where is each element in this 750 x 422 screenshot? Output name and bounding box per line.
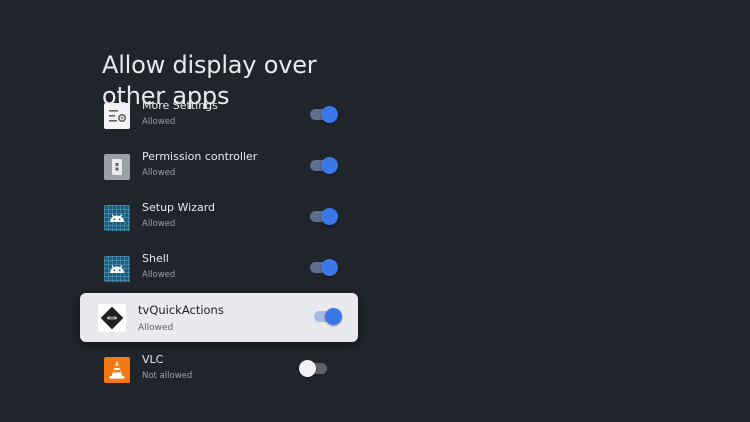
list-item-permission-controller[interactable]: Permission controller Allowed xyxy=(92,147,347,195)
toggle-knob xyxy=(325,308,342,325)
list-item-tvquickactions[interactable]: tvQuickActions Allowed xyxy=(80,293,358,342)
app-name: VLC xyxy=(142,353,164,366)
allow-toggle[interactable] xyxy=(310,157,338,174)
toggle-knob xyxy=(321,157,338,174)
app-status: Allowed xyxy=(138,323,174,333)
app-status: Not allowed xyxy=(142,371,193,381)
app-status: Allowed xyxy=(142,219,176,229)
allow-toggle[interactable] xyxy=(310,259,338,276)
permission-controller-icon xyxy=(104,154,130,180)
app-name: Permission controller xyxy=(142,150,258,163)
allow-toggle[interactable] xyxy=(299,360,327,377)
android-icon xyxy=(104,256,130,282)
app-status: Allowed xyxy=(142,168,176,178)
list-item-setup-wizard[interactable]: Setup Wizard Allowed xyxy=(92,198,347,246)
toggle-knob xyxy=(299,360,316,377)
tvquickactions-icon xyxy=(98,304,126,332)
allow-toggle[interactable] xyxy=(314,308,342,325)
page-title: Allow display over other apps xyxy=(102,51,317,110)
app-status: Allowed xyxy=(142,270,176,280)
toggle-knob xyxy=(321,259,338,276)
app-status: Allowed xyxy=(142,117,176,127)
allow-toggle[interactable] xyxy=(310,208,338,225)
list-item-vlc[interactable]: VLC Not allowed xyxy=(92,350,347,398)
settings-screen: More Settings Allowed Permission control… xyxy=(0,0,750,422)
app-name: Shell xyxy=(142,252,169,265)
toggle-knob xyxy=(321,208,338,225)
app-name: Setup Wizard xyxy=(142,201,216,214)
android-icon xyxy=(104,205,130,231)
app-name: tvQuickActions xyxy=(138,303,224,317)
vlc-cone-icon xyxy=(104,357,130,383)
list-item-shell[interactable]: Shell Allowed xyxy=(92,249,347,297)
